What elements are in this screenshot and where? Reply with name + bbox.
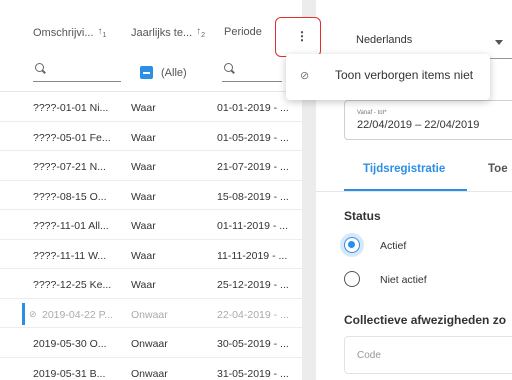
language-select[interactable]: Nederlands: [356, 34, 412, 46]
grid-header: Omschrijvi... ↑1 Jaarlijks te... ↑2 Peri…: [0, 0, 302, 52]
cell-jaarlijks: Waar: [131, 220, 156, 232]
date-range-label: Vanaf - tot*: [357, 110, 387, 116]
cell-periode: 21-07-2019 - ...: [217, 161, 289, 173]
cell-periode: 31-05-2019 - ...: [217, 367, 289, 380]
table-row[interactable]: ????-07-21 N... Waar 21-07-2019 - ...: [0, 151, 302, 181]
table-row[interactable]: 2019-05-30 O... Onwaar 30-05-2019 - ...: [0, 328, 302, 358]
cell-omschrijving: ????-11-01 All...: [33, 220, 109, 232]
radio-niet-actief[interactable]: [344, 271, 360, 287]
cell-periode: 25-12-2019 - ...: [217, 279, 289, 291]
sort-ascending-icon: ↑2: [196, 26, 206, 39]
column-header-jaarlijks[interactable]: Jaarlijks te... ↑2: [131, 26, 205, 39]
tab-tijdsregistratie[interactable]: Tijdsregistratie: [363, 163, 445, 175]
cell-periode: 15-08-2019 - ...: [217, 190, 289, 203]
code-label: Code: [357, 350, 381, 361]
cell-omschrijving: 2019-04-22 P...: [42, 308, 114, 321]
cell-omschrijving: 2019-05-31 B...: [33, 367, 106, 380]
chevron-down-icon[interactable]: [495, 40, 503, 45]
cell-jaarlijks: Waar: [131, 131, 156, 144]
cell-periode: 01-05-2019 - ...: [217, 131, 289, 144]
cell-jaarlijks: Onwaar: [131, 367, 168, 380]
status-heading: Status: [344, 209, 381, 223]
column-header-periode[interactable]: Periode: [224, 26, 262, 38]
table-row-hidden[interactable]: ⊘ 2019-04-22 P... Onwaar 22-04-2019 - ..…: [0, 299, 302, 328]
cell-omschrijving: 2019-05-30 O...: [33, 338, 107, 350]
cell-jaarlijks: Waar: [131, 102, 156, 114]
cell-omschrijving: ????-01-01 Ni...: [33, 102, 109, 114]
column-label: Jaarlijks te...: [131, 26, 193, 39]
cell-jaarlijks: Waar: [131, 161, 156, 173]
holiday-grid: Omschrijvi... ↑1 Jaarlijks te... ↑2 Peri…: [0, 0, 302, 380]
table-row[interactable]: ????-11-01 All... Waar 01-11-2019 - ...: [0, 210, 302, 240]
cell-periode: 01-01-2019 - ...: [217, 102, 289, 114]
hide-items-menu-item[interactable]: Toon verborgen items niet: [335, 68, 473, 82]
radio-actief[interactable]: [344, 237, 360, 253]
cell-omschrijving: ????-05-01 Fe...: [33, 131, 111, 144]
tab-next[interactable]: Toe: [488, 163, 508, 175]
checkbox-indeterminate-icon[interactable]: [140, 66, 153, 79]
radio-label-actief: Actief: [380, 240, 407, 252]
code-field[interactable]: Code: [344, 336, 512, 374]
cell-jaarlijks: Onwaar: [131, 338, 168, 350]
column-header-omschrijving[interactable]: Omschrijvi... ↑1: [33, 26, 106, 39]
date-range-value: 22/04/2019 – 22/04/2019: [357, 119, 480, 131]
search-icon: [35, 63, 47, 75]
grid-body: ????-01-01 Ni... Waar 01-01-2019 - ... ?…: [0, 92, 302, 380]
more-vertical-icon: ⋮: [296, 29, 308, 43]
cell-periode: 11-11-2019 - ...: [217, 249, 288, 262]
eye-slash-icon: ⊘: [300, 70, 310, 82]
table-row[interactable]: ????-11-11 W... Waar 11-11-2019 - ...: [0, 240, 302, 269]
column-menu-button[interactable]: ⋮: [275, 17, 321, 57]
tabs-divider: [316, 191, 512, 192]
cell-jaarlijks: Waar: [131, 279, 156, 291]
filter-input-omschrijving[interactable]: [33, 81, 121, 82]
filter-input-periode[interactable]: [222, 81, 282, 82]
column-label: Omschrijvi...: [33, 26, 94, 39]
table-row[interactable]: ????-05-01 Fe... Waar 01-05-2019 - ...: [0, 122, 302, 151]
table-row[interactable]: ????-08-15 O... Waar 15-08-2019 - ...: [0, 181, 302, 210]
cell-omschrijving: ????-07-21 N...: [33, 161, 106, 173]
cell-jaarlijks: Onwaar: [131, 308, 168, 321]
cell-omschrijving: ????-08-15 O...: [33, 190, 107, 203]
cell-omschrijving: ????-12-25 Ke...: [33, 279, 112, 291]
eye-slash-icon: ⊘: [29, 308, 37, 319]
table-row[interactable]: ????-01-01 Ni... Waar 01-01-2019 - ...: [0, 92, 302, 122]
date-range-field[interactable]: Vanaf - tot* 22/04/2019 – 22/04/2019: [344, 100, 512, 140]
sort-ascending-icon: ↑1: [97, 26, 107, 39]
cell-jaarlijks: Waar: [131, 249, 156, 262]
filter-select-label: (Alle): [161, 66, 187, 79]
filter-select-jaarlijks[interactable]: (Alle): [140, 66, 187, 79]
search-icon: [224, 63, 236, 75]
radio-label-niet-actief: Niet actief: [380, 274, 427, 286]
cell-omschrijving: ????-11-11 W...: [33, 249, 107, 262]
cell-periode: 22-04-2019 - ...: [217, 308, 289, 321]
table-row[interactable]: 2019-05-31 B... Onwaar 31-05-2019 - ...: [0, 358, 302, 380]
column-menu-popup: ⊘ Toon verborgen items niet: [286, 54, 490, 100]
collective-absences-heading: Collectieve afwezigheden zo: [344, 313, 507, 327]
column-label: Periode: [224, 26, 262, 38]
cell-jaarlijks: Waar: [131, 190, 156, 203]
selection-marker: [22, 302, 25, 325]
cell-periode: 01-11-2019 - ...: [217, 220, 289, 232]
filter-row: (Alle): [0, 52, 302, 92]
table-row[interactable]: ????-12-25 Ke... Waar 25-12-2019 - ...: [0, 269, 302, 299]
cell-periode: 30-05-2019 - ...: [217, 338, 289, 350]
